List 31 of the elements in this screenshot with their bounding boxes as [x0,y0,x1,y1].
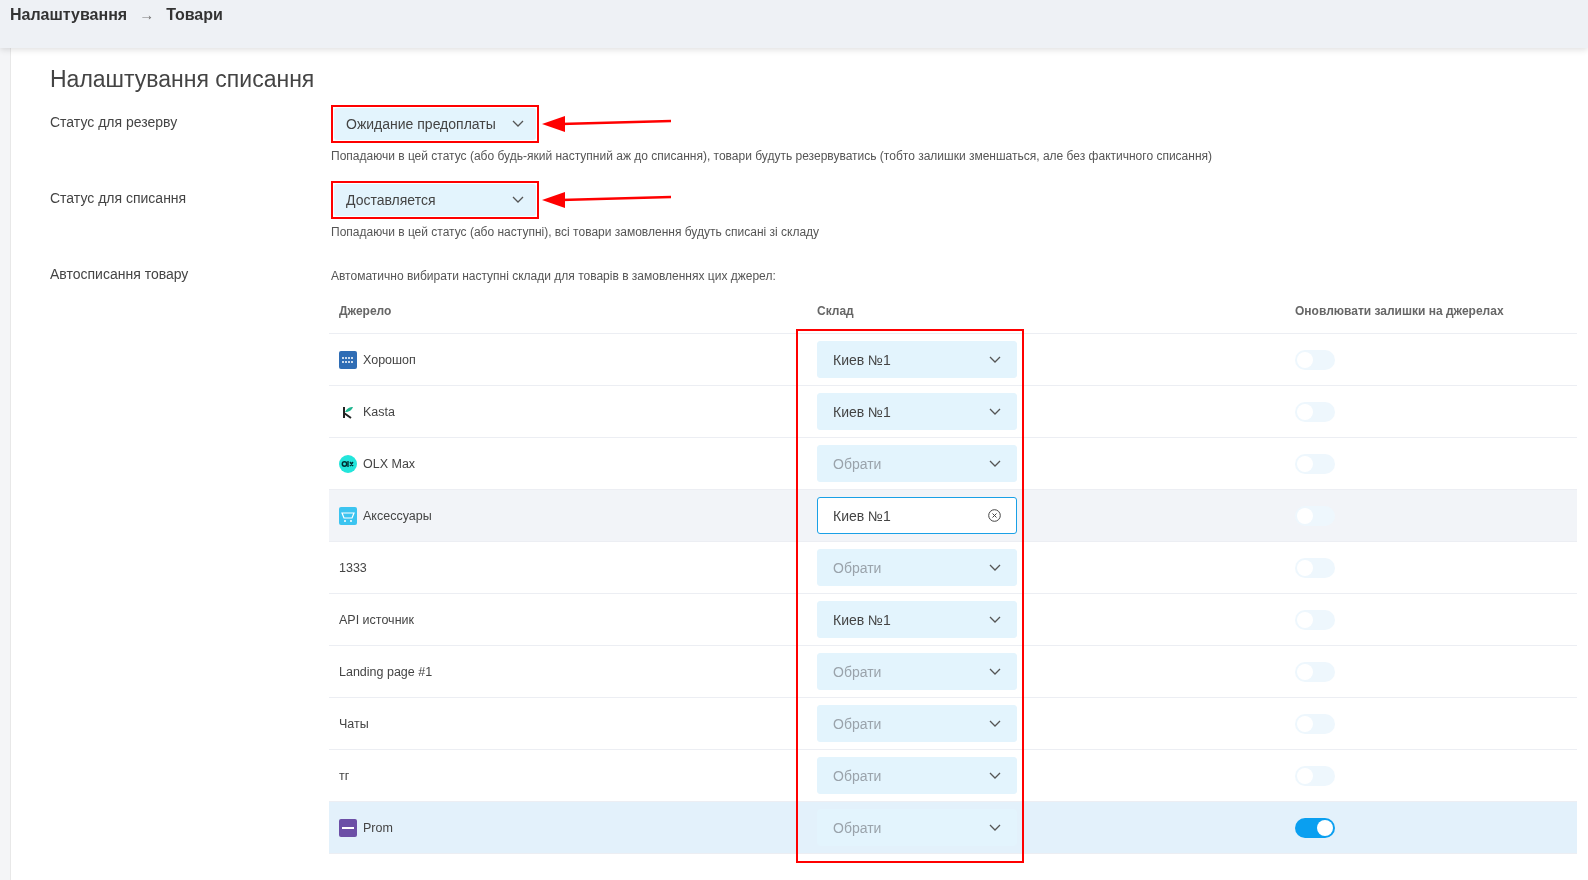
column-header: Джерело [339,304,392,318]
table-row[interactable]: Аксессуары Киев №1 [329,490,1577,542]
section-title: Налаштування списання [50,66,316,93]
warehouse-dropdown[interactable]: Киев №1 [817,601,1017,638]
source-name: Чаты [339,716,369,731]
source-name: Аксессуары [363,508,432,523]
source-name: Landing page #1 [339,664,433,679]
setting-hint: Попадаючи в цей статус (або будь-який наступний аж до списання), товари будуть резервуватись (тобто залишки зменшаться, але без фактичного списання) [331,149,1213,163]
column-header: Склад [817,304,854,318]
breadcrumb-link[interactable]: Налаштування [10,6,128,24]
breadcrumb-link[interactable]: Товари [166,6,223,24]
source-name: Kasta [363,404,395,419]
status-dropdown[interactable]: Доставляется [334,184,536,216]
source-name: тг [339,768,350,783]
setting-hint: Попадаючи в цей статус (або наступні), всі товари замовлення будуть списані зі складу [331,225,820,239]
status-dropdown[interactable]: Ожидание предоплаты [334,108,536,140]
source-name: OLX Max [363,456,416,471]
breadcrumb-separator: → [139,6,155,23]
table-row[interactable]: Prom Обрати [329,802,1577,854]
column-header: Оновлювати залишки на джерелах [1295,304,1504,318]
setting-hint: Автоматично вибирати наступні склади для товарів в замовленнях цих джерел: [331,268,777,283]
source-name: Prom [363,820,393,835]
warehouse-dropdown[interactable]: Киев №1 [817,497,1017,534]
setting-label: Статус для списання [50,189,188,208]
source-name: Хорошоп [363,352,416,367]
warehouse-dropdown[interactable]: Киев №1 [817,393,1017,430]
setting-label: Статус для резерву [50,113,179,132]
warehouse-dropdown[interactable]: Киев №1 [817,341,1017,378]
source-name: 1333 [339,560,367,575]
setting-label: Автосписання товару [50,265,190,284]
source-name: API источник [339,612,414,627]
